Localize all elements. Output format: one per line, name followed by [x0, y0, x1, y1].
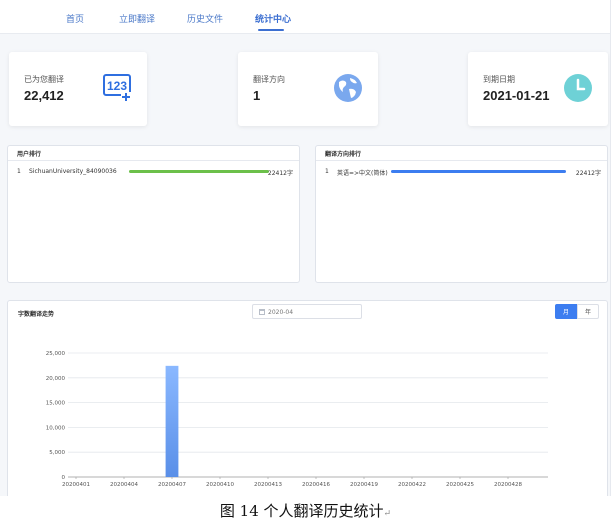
panel-title: 翻译方向排行: [325, 151, 362, 158]
panel-header: 翻译方向排行: [316, 146, 607, 161]
rank-direction-name: 英语=>中文(简体): [337, 170, 388, 177]
direction-ranking-panel: 翻译方向排行 1 英语=>中文(简体) 22412字: [315, 145, 608, 283]
app-screen: 首页 立即翻译 历史文件 统计中心 已为您翻译 22,412 123 翻译方向 …: [0, 0, 611, 496]
y-tick-label: 10,000: [46, 425, 66, 431]
rank-count: 22412字: [575, 170, 601, 177]
ranking-row: 1 SichuanUniversity_84090036 22412字: [17, 168, 293, 178]
rank-user-name: SichuanUniversity_84090036: [29, 168, 117, 175]
x-tick-label: 20200404: [110, 482, 138, 488]
svg-text:123: 123: [107, 79, 127, 93]
x-tick-label: 20200416: [302, 482, 330, 488]
rank-index: 1: [17, 168, 21, 175]
x-tick-label: 20200425: [446, 482, 474, 488]
nav-home[interactable]: 首页: [66, 12, 84, 25]
nav-translate[interactable]: 立即翻译: [119, 12, 155, 25]
return-mark: ↵: [383, 509, 392, 519]
stat-value: 22,412: [24, 88, 64, 103]
y-tick-label: 0: [62, 475, 66, 481]
rank-progress-bar: [129, 170, 269, 173]
stat-value: 2021-01-21: [483, 88, 550, 103]
nav-statistics[interactable]: 统计中心: [255, 12, 291, 25]
counter-123-plus-icon: 123: [103, 74, 131, 101]
nav-active-indicator: [258, 29, 284, 31]
y-tick-label: 15,000: [46, 401, 66, 407]
nav-history[interactable]: 历史文件: [187, 12, 223, 25]
caption-text: 图 14 个人翻译历史统计: [219, 502, 384, 520]
x-tick-label: 20200413: [254, 482, 282, 488]
stat-label: 到期日期: [483, 75, 515, 84]
rank-progress-bar: [391, 170, 566, 173]
y-tick-label: 20,000: [46, 376, 66, 382]
globe-icon: [334, 74, 362, 102]
chart-bar[interactable]: [165, 365, 179, 477]
rank-index: 1: [325, 168, 329, 175]
ranking-row: 1 英语=>中文(简体) 22412字: [325, 168, 601, 178]
x-tick-label: 20200428: [494, 482, 522, 488]
x-tick-label: 20200410: [206, 482, 234, 488]
x-tick-label: 20200401: [62, 482, 90, 488]
panel-title: 用户排行: [17, 151, 42, 158]
clock-icon: [564, 74, 592, 102]
trend-bar-chart: 0 5,000 10,000 15,000 20,000 25,000 20200401 20…: [46, 351, 548, 488]
panel-header: 用户排行: [8, 146, 299, 161]
x-tick-label: 20200422: [398, 482, 426, 488]
stat-value: 1: [253, 88, 261, 103]
x-tick-label: 20200419: [350, 482, 378, 488]
stat-label: 已为您翻译: [24, 75, 64, 84]
stat-card-translated: 已为您翻译 22,412 123: [9, 52, 147, 126]
top-nav: 首页 立即翻译 历史文件 统计中心: [0, 0, 610, 34]
x-tick-label: 20200407: [158, 482, 186, 488]
user-ranking-panel: 用户排行 1 SichuanUniversity_84090036 22412字: [7, 145, 300, 283]
stat-card-direction: 翻译方向 1: [238, 52, 378, 126]
rank-count: 22412字: [267, 170, 293, 177]
stat-card-expiry: 到期日期 2021-01-21: [468, 52, 608, 126]
y-tick-label: 5,000: [49, 450, 65, 456]
trend-panel: 字数翻译走势 月 年 05,00010,00015,00020,00025,00…: [7, 300, 608, 496]
figure-caption: 图 14 个人翻译历史统计↵: [0, 500, 611, 521]
stat-label: 翻译方向: [253, 75, 285, 84]
y-tick-label: 25,000: [46, 351, 66, 357]
